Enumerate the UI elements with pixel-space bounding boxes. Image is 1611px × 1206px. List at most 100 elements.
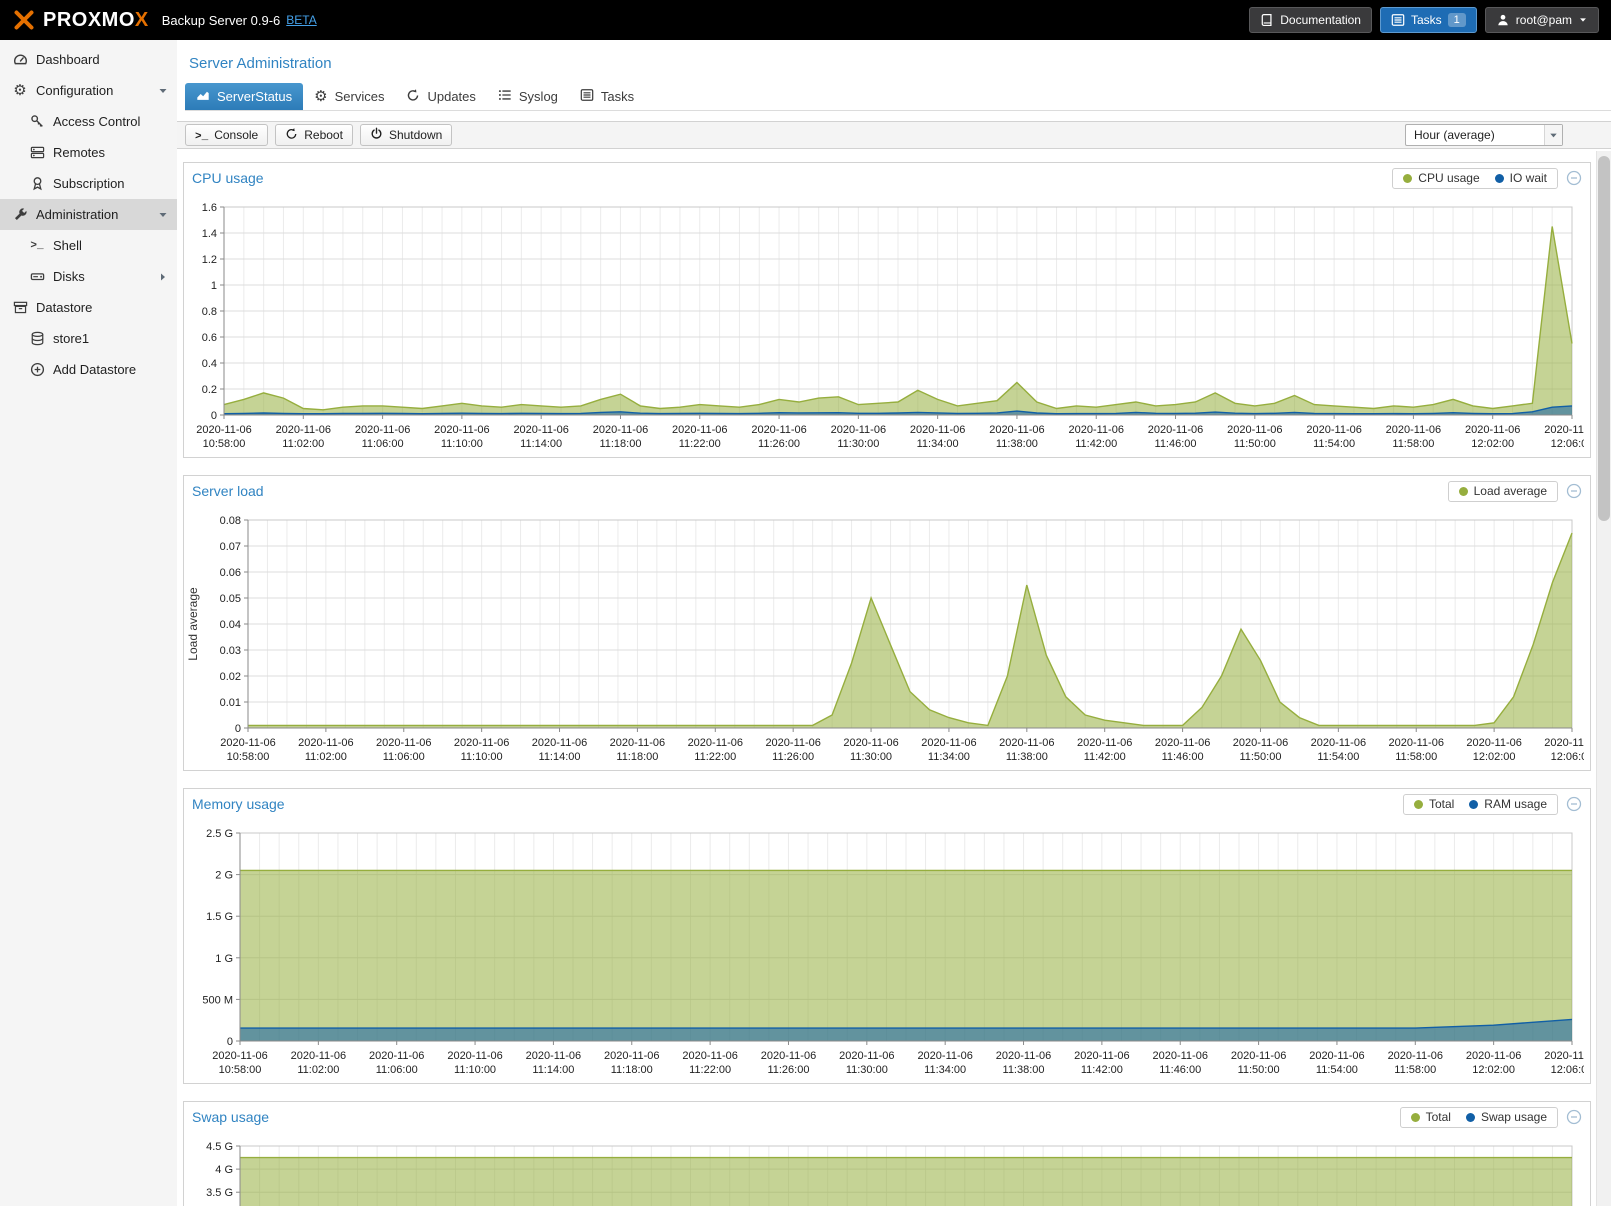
svg-text:2020-11-06: 2020-11-06 <box>1074 1050 1129 1062</box>
charts-scroll-area: CPU usageCPU usageIO wait00.20.40.60.811… <box>177 151 1596 1206</box>
chart-body: 00.20.40.60.811.21.41.62020-11-0610:58:0… <box>184 193 1590 457</box>
svg-text:2020-11-06: 2020-11-06 <box>1544 1050 1584 1062</box>
legend-item-ram-usage: RAM usage <box>1469 797 1547 811</box>
tab-syslog[interactable]: Syslog <box>487 83 569 110</box>
tasks-button[interactable]: Tasks 1 <box>1380 7 1477 33</box>
chart-area-icon <box>196 88 210 105</box>
collapse-tool-icon[interactable] <box>1566 170 1582 186</box>
svg-text:2020-11-06: 2020-11-06 <box>688 737 743 749</box>
timeframe-value: Hour (average) <box>1414 128 1495 142</box>
wrench-icon <box>10 207 30 222</box>
legend-label: RAM usage <box>1484 797 1547 811</box>
legend-item-load-average: Load average <box>1459 484 1547 498</box>
shutdown-button[interactable]: Shutdown <box>360 124 452 146</box>
gears-icon: ⚙ <box>10 83 30 98</box>
sidebar-item-label: Disks <box>53 269 85 284</box>
svg-text:2020-11-06: 2020-11-06 <box>761 1050 816 1062</box>
sidebar-item-subscription[interactable]: Subscription <box>0 168 177 199</box>
svg-text:2020-11-06: 2020-11-06 <box>1227 424 1282 436</box>
terminal-icon: >_ <box>27 240 47 252</box>
legend-label: Total <box>1429 797 1454 811</box>
reboot-button[interactable]: Reboot <box>275 124 353 146</box>
proxmox-x-icon <box>12 8 36 32</box>
main-area: Server Administration ServerStatus⚙Servi… <box>177 40 1611 1206</box>
svg-text:2020-11-06: 2020-11-06 <box>917 1050 972 1062</box>
sidebar-item-label: Administration <box>36 207 118 222</box>
svg-text:2020-11-06: 2020-11-06 <box>532 737 587 749</box>
svg-text:0: 0 <box>235 723 241 735</box>
svg-text:10:58:00: 10:58:00 <box>219 1064 262 1076</box>
svg-text:0.2: 0.2 <box>202 384 217 396</box>
sidebar-item-add-datastore[interactable]: Add Datastore <box>0 354 177 385</box>
svg-text:2020-11-06: 2020-11-06 <box>298 737 353 749</box>
sidebar-item-configuration[interactable]: ⚙Configuration <box>0 75 177 106</box>
svg-text:2020-11-06: 2020-11-06 <box>454 737 509 749</box>
svg-text:11:18:00: 11:18:00 <box>616 751 658 763</box>
collapse-tool-icon[interactable] <box>1566 483 1582 499</box>
collapse-tool-icon[interactable] <box>1566 1109 1582 1125</box>
svg-text:11:50:00: 11:50:00 <box>1239 751 1281 763</box>
documentation-button[interactable]: Documentation <box>1249 7 1372 33</box>
expander-right-icon[interactable] <box>157 271 169 283</box>
svg-text:1: 1 <box>211 280 217 292</box>
svg-text:3.5 G: 3.5 G <box>206 1187 233 1199</box>
svg-text:0.08: 0.08 <box>220 515 241 527</box>
svg-text:10:58:00: 10:58:00 <box>203 438 246 450</box>
svg-text:11:14:00: 11:14:00 <box>520 438 562 450</box>
caret-down-icon <box>1578 15 1588 25</box>
caret-down-icon[interactable] <box>1544 125 1562 145</box>
sidebar-item-dashboard[interactable]: Dashboard <box>0 44 177 75</box>
ribbon-icon <box>27 176 47 191</box>
list-icon <box>498 88 512 105</box>
svg-text:12:06:00: 12:06:00 <box>1551 438 1584 450</box>
svg-text:11:54:00: 11:54:00 <box>1317 751 1359 763</box>
vertical-scrollbar[interactable] <box>1596 151 1611 1206</box>
svg-text:0.05: 0.05 <box>220 593 241 605</box>
svg-text:2020-11-06: 2020-11-06 <box>610 737 665 749</box>
proxmox-backup-app: PROXMOX Backup Server 0.9-6 BETA Documen… <box>0 0 1611 1206</box>
svg-text:11:34:00: 11:34:00 <box>917 438 959 450</box>
legend-dot-icon <box>1414 800 1423 809</box>
legend-label: IO wait <box>1510 171 1547 185</box>
panel-title: Swap usage <box>192 1109 269 1125</box>
button-label: Shutdown <box>389 128 442 142</box>
sidebar-item-datastore[interactable]: Datastore <box>0 292 177 323</box>
svg-text:2020-11-06: 2020-11-06 <box>1544 424 1584 436</box>
tab-serverstatus[interactable]: ServerStatus <box>185 83 303 110</box>
sidebar-item-shell[interactable]: >_Shell <box>0 230 177 261</box>
svg-text:2020-11-06: 2020-11-06 <box>1386 424 1441 436</box>
tab-tasks[interactable]: Tasks <box>569 83 645 110</box>
legend-item-swap-usage: Swap usage <box>1466 1110 1547 1124</box>
timeframe-select[interactable]: Hour (average) <box>1405 124 1563 146</box>
svg-text:2020-11-06: 2020-11-06 <box>593 424 648 436</box>
tab-updates[interactable]: Updates <box>395 83 486 110</box>
user-menu-button[interactable]: root@pam <box>1485 7 1599 33</box>
scrollbar-thumb[interactable] <box>1598 156 1610 521</box>
expander-down-icon[interactable] <box>157 209 169 221</box>
svg-text:2020-11-06: 2020-11-06 <box>989 424 1044 436</box>
svg-text:2020-11-06: 2020-11-06 <box>355 424 410 436</box>
panel-memory-usage: Memory usageTotalRAM usage0500 M1 G1.5 G… <box>183 788 1591 1084</box>
sidebar-item-administration[interactable]: Administration <box>0 199 177 230</box>
svg-text:11:22:00: 11:22:00 <box>689 1064 731 1076</box>
sidebar-item-store1[interactable]: store1 <box>0 323 177 354</box>
panel-title: CPU usage <box>192 170 264 186</box>
swap-usage-chart: 0500 M1 G1.5 G2 G2.5 G3 G3.5 G4 G4.5 G20… <box>184 1133 1584 1206</box>
sidebar-item-label: Subscription <box>53 176 125 191</box>
tab-services[interactable]: ⚙Services <box>303 83 395 110</box>
collapse-tool-icon[interactable] <box>1566 796 1582 812</box>
panel-header: CPU usageCPU usageIO wait <box>184 163 1590 193</box>
console-button[interactable]: >_Console <box>185 124 268 146</box>
sidebar-item-disks[interactable]: Disks <box>0 261 177 292</box>
svg-text:2020-11-06: 2020-11-06 <box>1388 1050 1443 1062</box>
svg-text:11:02:00: 11:02:00 <box>297 1064 339 1076</box>
svg-text:2020-11-06: 2020-11-06 <box>921 737 976 749</box>
sidebar-item-remotes[interactable]: Remotes <box>0 137 177 168</box>
sidebar-item-access-control[interactable]: Access Control <box>0 106 177 137</box>
beta-link[interactable]: BETA <box>286 13 316 27</box>
panel-cpu-usage: CPU usageCPU usageIO wait00.20.40.60.811… <box>183 162 1591 458</box>
svg-text:11:22:00: 11:22:00 <box>694 751 736 763</box>
tab-label: Syslog <box>519 89 558 104</box>
key-icon <box>27 114 47 129</box>
expander-down-icon[interactable] <box>157 85 169 97</box>
